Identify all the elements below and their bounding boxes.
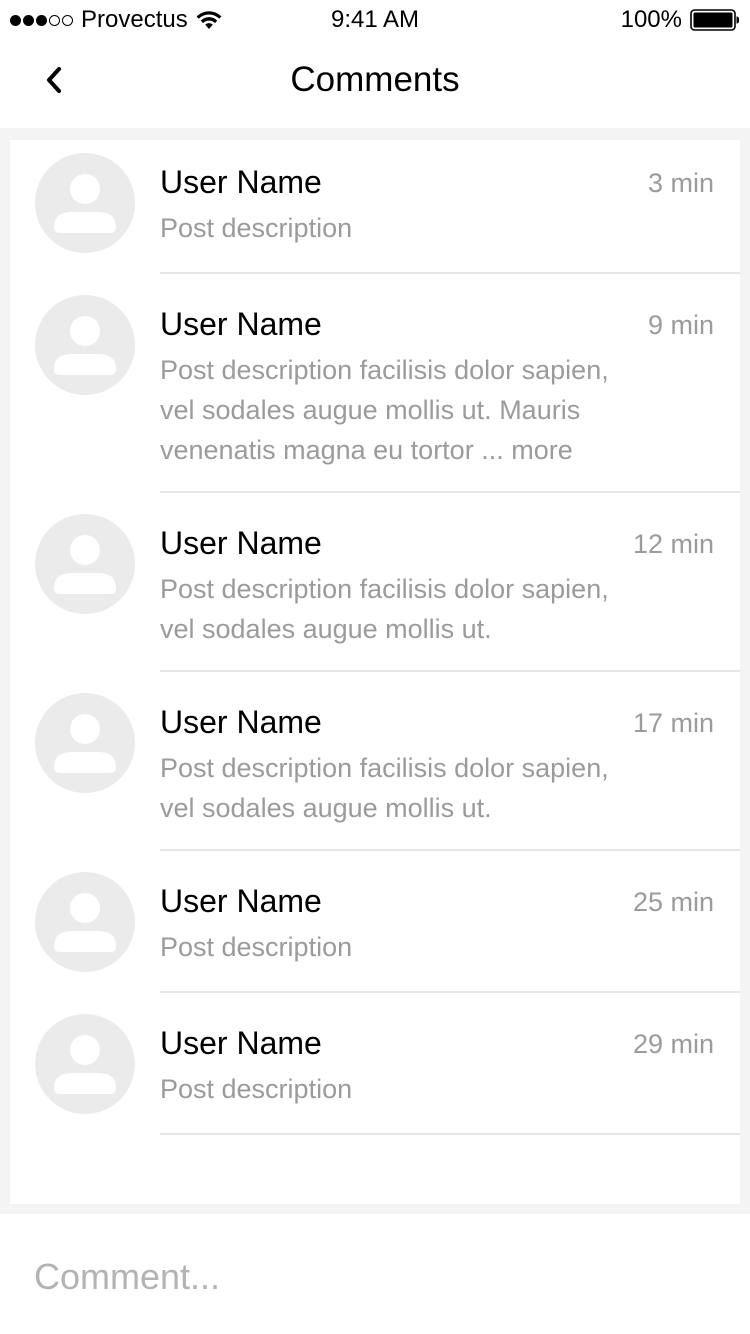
comment-text-line: Post description facilisis dolor sapien, — [160, 753, 609, 783]
avatar[interactable] — [35, 693, 135, 793]
user-name[interactable]: User Name — [160, 883, 322, 920]
user-name[interactable]: User Name — [160, 525, 322, 562]
comment-text-line: vel sodales augue mollis ut. — [160, 614, 492, 644]
comment-text: Post description facilisis dolor sapien,… — [160, 748, 660, 828]
comment-text-line: venenatis magna eu tortor ... more — [160, 435, 573, 465]
more-link[interactable]: more — [511, 435, 573, 465]
comment-text: Post description — [160, 927, 660, 967]
battery-percent: 100% — [620, 6, 682, 33]
comment-text-line: Post description facilisis dolor sapien, — [160, 574, 609, 604]
comment-text-line: Post description — [160, 932, 353, 962]
comments-list-frame: User Name 3 min Post description User Na… — [0, 128, 750, 1214]
comment-text: Post description — [160, 208, 660, 248]
comment-time: 12 min — [632, 529, 714, 559]
battery-icon — [690, 9, 740, 31]
avatar[interactable] — [35, 153, 135, 253]
comment-input[interactable] — [34, 1252, 714, 1302]
nav-bar: Comments — [0, 40, 750, 128]
comment-bar — [0, 1214, 750, 1334]
comments-list[interactable]: User Name 3 min Post description User Na… — [10, 140, 740, 1204]
comment-item[interactable]: User Name 29 min Post description — [10, 993, 740, 1135]
avatar[interactable] — [35, 1014, 135, 1114]
comment-text: Post description facilisis dolor sapien,… — [160, 569, 660, 649]
comment-text-line: Post description — [160, 213, 353, 243]
user-placeholder-icon — [54, 893, 116, 952]
user-placeholder-icon — [54, 316, 116, 375]
user-name[interactable]: User Name — [160, 704, 322, 741]
comment-text: Post description facilisis dolor sapien,… — [160, 350, 660, 470]
comment-item[interactable]: User Name 12 min Post description facili… — [10, 493, 740, 672]
comment-text-line: Post description facilisis dolor sapien, — [160, 355, 609, 385]
user-placeholder-icon — [54, 174, 116, 233]
status-bar: Provectus 9:41 AM 100% — [0, 0, 750, 40]
comment-time: 17 min — [632, 708, 714, 738]
comment-time: 29 min — [632, 1029, 714, 1059]
comment-time: 3 min — [647, 168, 714, 198]
comment-item[interactable]: User Name 9 min Post description facilis… — [10, 274, 740, 493]
comment-text-line: vel sodales augue mollis ut. Mauris — [160, 395, 581, 425]
comment-time: 9 min — [647, 310, 714, 340]
avatar[interactable] — [35, 872, 135, 972]
comment-item[interactable]: User Name 25 min Post description — [10, 851, 740, 993]
avatar[interactable] — [35, 295, 135, 395]
comment-text-line: vel sodales augue mollis ut. — [160, 793, 492, 823]
user-name[interactable]: User Name — [160, 1025, 322, 1062]
user-name[interactable]: User Name — [160, 306, 322, 343]
divider — [160, 1133, 740, 1135]
comment-time: 25 min — [632, 887, 714, 917]
avatar[interactable] — [35, 514, 135, 614]
user-name[interactable]: User Name — [160, 164, 322, 201]
comment-item[interactable]: User Name 17 min Post description facili… — [10, 672, 740, 851]
status-right: 100% — [621, 6, 740, 34]
comment-item[interactable]: User Name 3 min Post description — [10, 140, 740, 274]
user-placeholder-icon — [54, 714, 116, 773]
comment-text-line: Post description — [160, 1074, 353, 1104]
user-placeholder-icon — [54, 1035, 116, 1094]
page-title: Comments — [290, 60, 460, 99]
user-placeholder-icon — [54, 535, 116, 594]
comment-text: Post description — [160, 1069, 660, 1109]
